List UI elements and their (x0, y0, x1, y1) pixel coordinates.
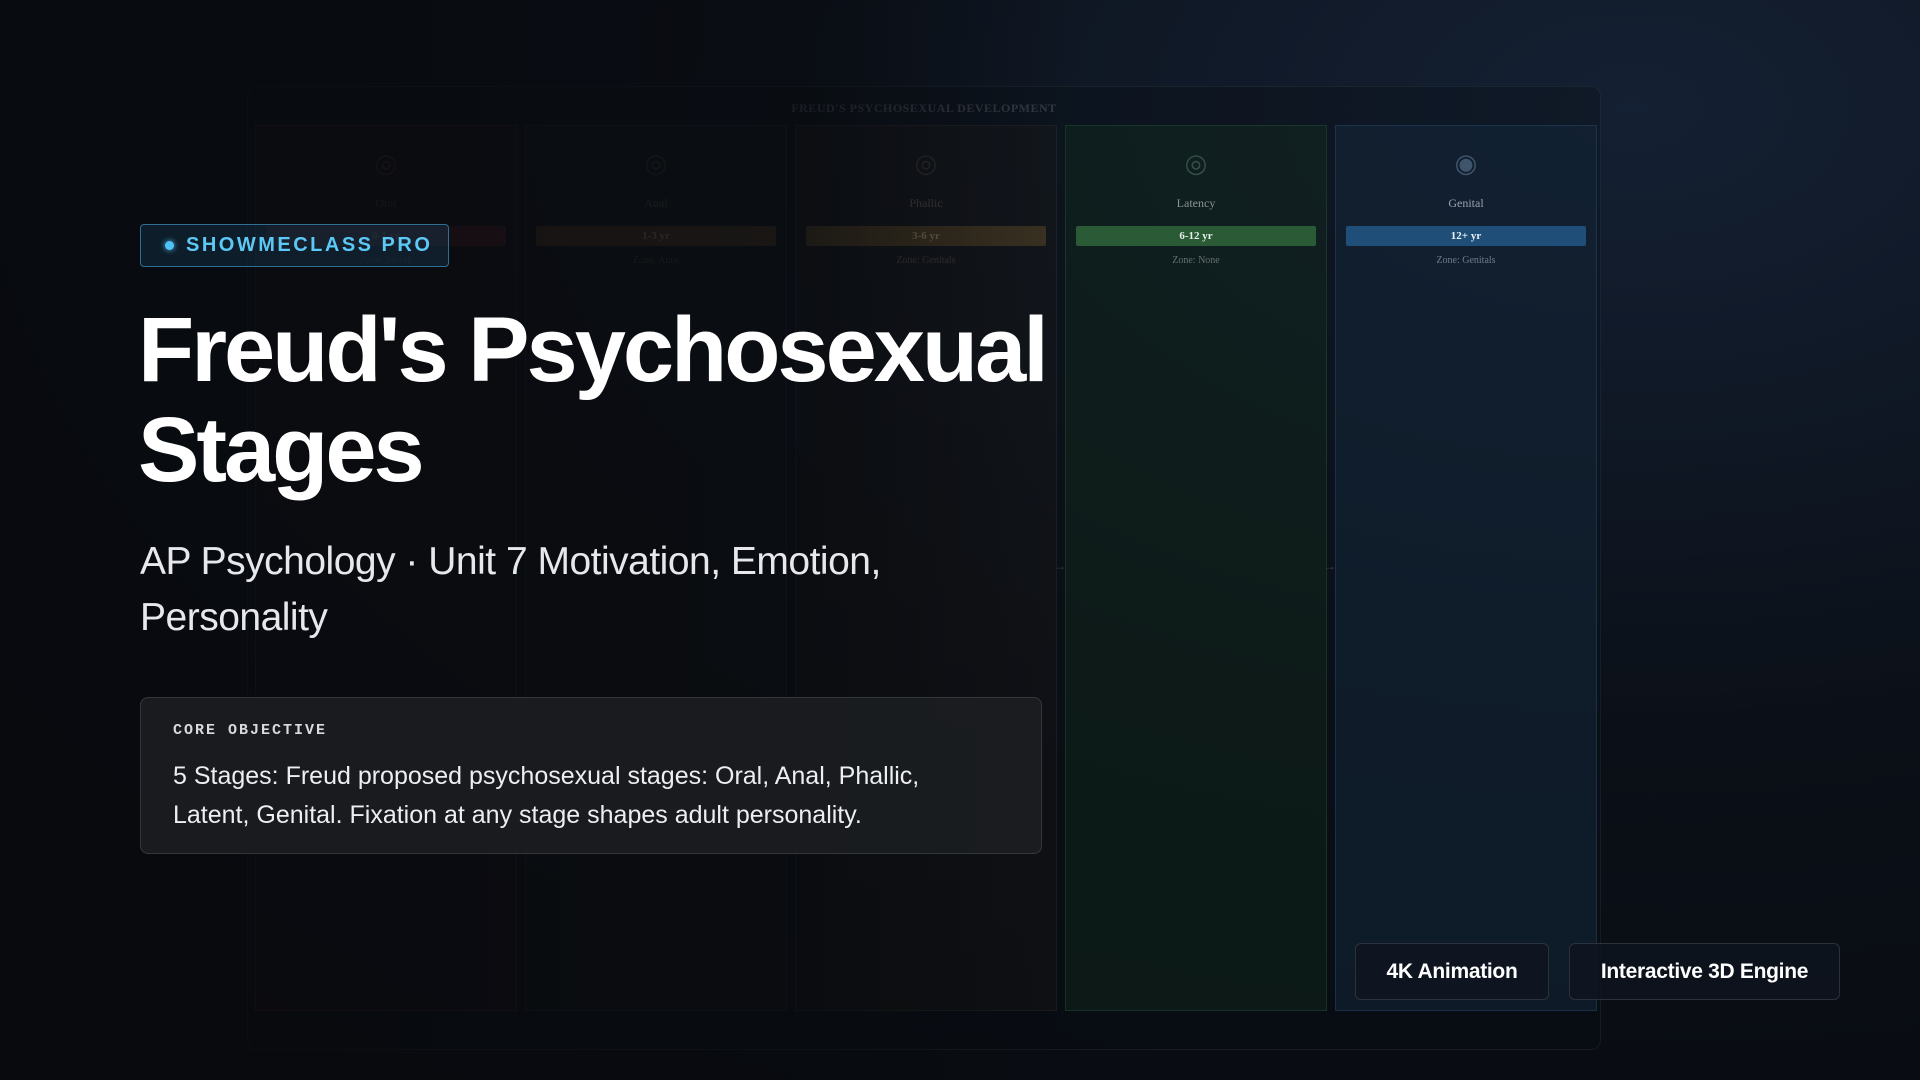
stage-age: 1-3 yr (536, 226, 776, 246)
page-title: Freud's Psychosexual Stages (138, 299, 1049, 501)
objective-label: CORE OBJECTIVE (173, 722, 328, 739)
stage-zone: Zone: Anus (632, 255, 680, 266)
toddler-icon: ◎ (644, 148, 668, 178)
child-icon: ◎ (914, 148, 938, 178)
stage-age: 12+ yr (1346, 226, 1586, 246)
stage-age: 3-6 yr (806, 226, 1046, 246)
status-dot-icon (165, 241, 174, 250)
baby-icon: ◎ (374, 148, 398, 178)
badge-label: SHOWMECLASS PRO (186, 234, 433, 256)
stage-age: 6-12 yr (1076, 226, 1316, 246)
feature-button-interactive-3d-engine[interactable]: Interactive 3D Engine (1569, 943, 1840, 1000)
feature-button-4k-animation[interactable]: 4K Animation (1355, 943, 1549, 1000)
stage-zone: Zone: Genitals (1436, 255, 1496, 266)
stage-name: Anal (644, 196, 668, 210)
adult-icon: ◉ (1454, 148, 1478, 178)
stage-column-genital: ◉ Genital 12+ yr Zone: Genitals (1335, 125, 1597, 1011)
stage-name: Genital (1448, 196, 1484, 210)
student-icon: ◎ (1184, 148, 1208, 178)
objective-text: 5 Stages: Freud proposed psychosexual st… (173, 762, 920, 829)
stage-name: Oral (375, 196, 397, 210)
stage-name: Phallic (909, 196, 943, 210)
brand-badge: SHOWMECLASS PRO (140, 224, 449, 267)
stage-zone: Zone: Genitals (896, 255, 956, 266)
stage-name: Latency (1176, 196, 1216, 210)
diagram-title: FREUD'S PSYCHOSEXUAL DEVELOPMENT (791, 101, 1057, 115)
stage-zone: Zone: None (1172, 255, 1220, 266)
stage-column-latency: ◎ Latency 6-12 yr Zone: None (1065, 125, 1327, 1011)
page-subtitle: AP Psychology · Unit 7 Motivation, Emoti… (140, 540, 881, 639)
objective-card: CORE OBJECTIVE 5 Stages: Freud proposed … (140, 697, 1042, 854)
